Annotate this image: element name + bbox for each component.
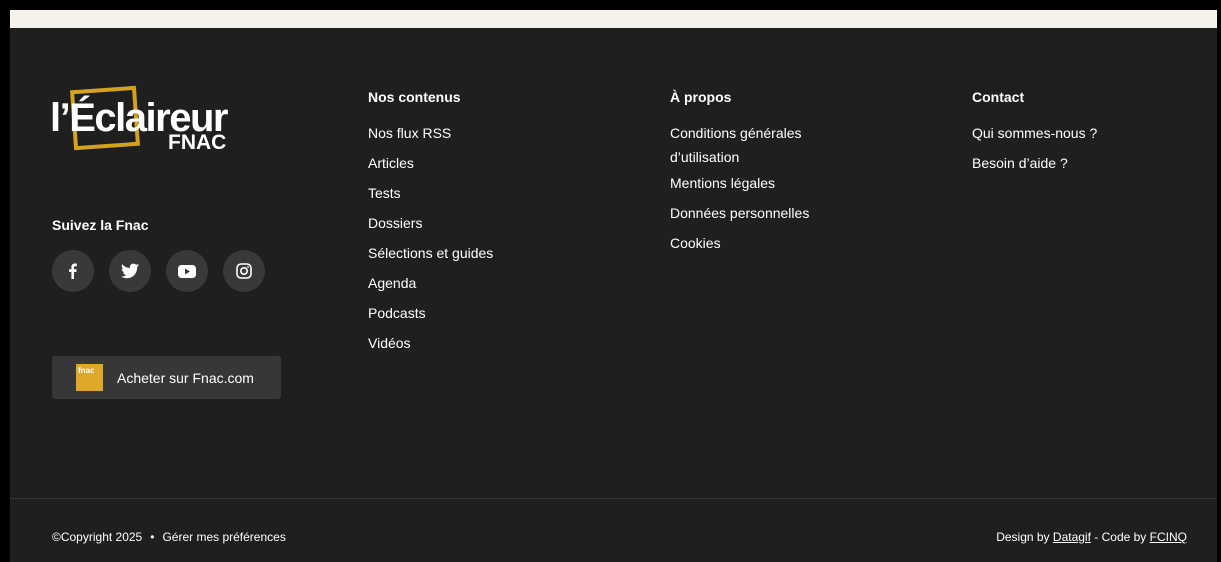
link-videos[interactable]: Vidéos [368,335,493,351]
footer-divider [10,498,1217,499]
link-agenda[interactable]: Agenda [368,275,493,291]
column-title: Nos contenus [368,89,461,105]
link-podcasts[interactable]: Podcasts [368,305,493,321]
fcinq-link[interactable]: FCINQ [1150,530,1187,544]
link-donnees[interactable]: Données personnelles [670,205,870,221]
copyright-text: ©Copyright 2025 [52,530,143,544]
link-conditions[interactable]: Conditions générales d’utilisation [670,121,870,169]
instagram-icon[interactable] [223,250,265,292]
fnac-badge-icon: fnac [76,364,103,391]
separator-dot: • [150,530,155,544]
column-contact: Contact Qui sommes-nous ? Besoin d’aide … [972,89,1097,185]
credits: Design by Datagif - Code by FCINQ [996,530,1187,544]
eclaireur-fnac-logo[interactable]: l’Éclaireur FNAC [50,84,250,159]
top-strip [10,10,1217,28]
code-prefix: - Code by [1094,530,1147,544]
link-tests[interactable]: Tests [368,185,493,201]
twitter-icon[interactable] [109,250,151,292]
link-selections[interactable]: Sélections et guides [368,245,493,261]
column-title: Contact [972,89,1025,105]
link-mentions[interactable]: Mentions légales [670,175,870,191]
social-links [52,250,265,292]
youtube-icon[interactable] [166,250,208,292]
buy-button-label: Acheter sur Fnac.com [117,369,254,386]
follow-title: Suivez la Fnac [52,217,149,233]
link-cookies[interactable]: Cookies [670,235,870,251]
logo-sub-text: FNAC [168,131,227,154]
link-besoin-aide[interactable]: Besoin d’aide ? [972,155,1097,171]
column-a-propos: À propos Conditions générales d’utilisat… [670,89,870,265]
link-dossiers[interactable]: Dossiers [368,215,493,231]
datagif-link[interactable]: Datagif [1053,530,1091,544]
buy-on-fnac-button[interactable]: fnac Acheter sur Fnac.com [52,356,281,399]
preferences-link[interactable]: Gérer mes préférences [162,530,285,544]
bottom-left: ©Copyright 2025 • Gérer mes préférences [52,530,286,544]
link-qui-sommes-nous[interactable]: Qui sommes-nous ? [972,125,1097,141]
column-title: À propos [670,89,732,105]
link-articles[interactable]: Articles [368,155,493,171]
facebook-icon[interactable] [52,250,94,292]
link-rss[interactable]: Nos flux RSS [368,125,493,141]
design-prefix: Design by [996,530,1050,544]
footer: l’Éclaireur FNAC Suivez la Fnac fnac Ach… [10,10,1217,562]
column-nos-contenus: Nos contenus Nos flux RSS Articles Tests… [368,89,493,365]
